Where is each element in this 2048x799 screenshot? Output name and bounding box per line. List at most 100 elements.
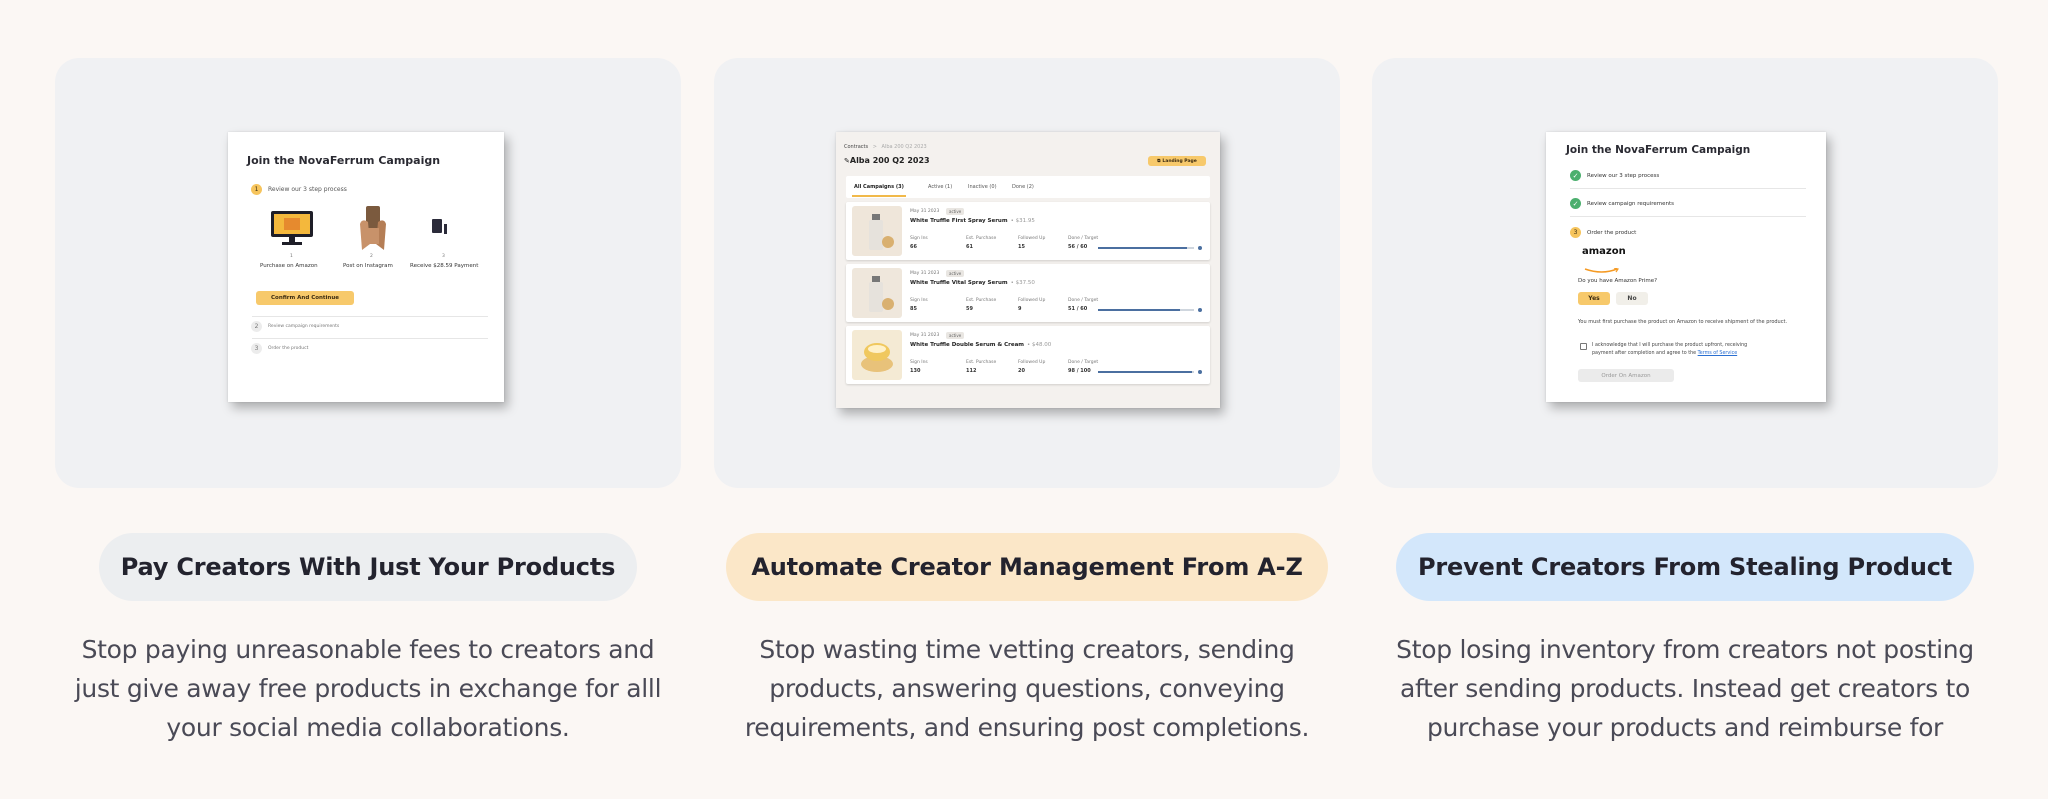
- metric-label: Followed Up: [1018, 236, 1046, 241]
- step-label: Review our 3 step process: [1587, 173, 1660, 179]
- landing-page-button[interactable]: ⧉ Landing Page: [1148, 156, 1206, 166]
- product-name: White Truffle Vital Spray Serum • $37.50: [910, 280, 1035, 286]
- campaign-row[interactable]: May 31 2023 active White Truffle First Spr…: [846, 202, 1210, 260]
- product-thumbnail: [852, 330, 902, 380]
- product-name: White Truffle Double Serum & Cream • $48.…: [910, 342, 1052, 348]
- campaign-tabs: All Campaigns (3) Active (1) Inactive (0…: [846, 176, 1210, 198]
- campaign-date: May 31 2023: [910, 209, 940, 214]
- step-label: Review our 3 step process: [268, 186, 347, 193]
- external-link-icon: ⧉: [1157, 159, 1161, 164]
- campaign-row[interactable]: May 31 2023 active White Truffle Double Se…: [846, 326, 1210, 384]
- no-button[interactable]: No: [1616, 292, 1648, 305]
- progress-end-dot: [1198, 308, 1202, 312]
- description-line: your social media collaborations.: [166, 713, 570, 742]
- step-index: 2: [370, 254, 373, 259]
- product-price: • $37.50: [1010, 280, 1035, 286]
- acknowledge-text: I acknowledge that I will purchase the p…: [1592, 343, 1748, 348]
- breadcrumb: Contracts > Alba 200 Q2 2023: [844, 144, 927, 150]
- feature-title-pill: Prevent Creators From Stealing Product: [1396, 533, 1974, 601]
- step-caption: Purchase on Amazon: [260, 263, 318, 269]
- step-label: Review campaign requirements: [1587, 201, 1675, 207]
- tab-all[interactable]: All Campaigns (3): [854, 184, 904, 190]
- step-number: 3: [1570, 227, 1581, 238]
- step-caption: Post on Instagram: [343, 263, 393, 269]
- metric-label: Sign Ins: [910, 360, 928, 365]
- step-number: 3: [251, 343, 262, 354]
- feature-description: Stop paying unreasonable fees to creator…: [55, 630, 681, 747]
- status-badge: active: [946, 270, 965, 277]
- metric-value: 59: [966, 306, 973, 312]
- description-line: Stop losing inventory from creators not …: [1396, 635, 1974, 664]
- metric-value: 56 / 60: [1068, 244, 1088, 250]
- campaign-date: May 31 2023: [910, 271, 940, 276]
- monitor-icon: [270, 210, 314, 246]
- order-product-screenshot: Join the NovaFerrum Campaign ✓ Review ou…: [1546, 132, 1826, 402]
- tab-done[interactable]: Done (2): [1012, 184, 1034, 190]
- prime-question: Do you have Amazon Prime?: [1578, 278, 1658, 284]
- progress-bar: [1098, 371, 1194, 373]
- metric-value: 51 / 60: [1068, 306, 1088, 312]
- tab-active[interactable]: Active (1): [928, 184, 952, 190]
- feature-automate-management: Contracts > Alba 200 Q2 2023 ✎Alba 200 Q…: [714, 58, 1340, 742]
- campaign-join-screenshot: Join the NovaFerrum Campaign 1 Review ou…: [228, 132, 504, 402]
- campaign-row[interactable]: May 31 2023 active White Truffle Vital Spr…: [846, 264, 1210, 322]
- feature-description: Stop wasting time vetting creators, send…: [714, 630, 1340, 747]
- metric-value: 112: [966, 368, 977, 374]
- description-line: purchase your products and reimburse for: [1426, 713, 1944, 742]
- progress-bar: [1098, 247, 1194, 249]
- campaign-dashboard-screenshot: Contracts > Alba 200 Q2 2023 ✎Alba 200 Q…: [836, 132, 1220, 408]
- metric-value: 61: [966, 244, 973, 250]
- description-line: just give away free products in exchange…: [74, 674, 662, 703]
- description-line: after sending products. Instead get crea…: [1400, 674, 1970, 703]
- product-price: • $31.95: [1010, 218, 1035, 224]
- metric-value: 15: [1018, 244, 1025, 250]
- campaign-heading: Join the NovaFerrum Campaign: [1566, 144, 1751, 156]
- product-thumbnail: [852, 268, 902, 318]
- breadcrumb-root[interactable]: Contracts: [844, 144, 868, 150]
- step-index: 1: [290, 254, 293, 259]
- metric-label: Est. Purchase: [966, 236, 997, 241]
- amazon-smile-icon: [1584, 259, 1620, 273]
- tab-inactive[interactable]: Inactive (0): [968, 184, 997, 190]
- product-name: White Truffle First Spray Serum • $31.95: [910, 218, 1035, 224]
- metric-value: 20: [1018, 368, 1025, 374]
- confirm-continue-button[interactable]: Confirm And Continue: [256, 291, 354, 305]
- metric-label: Est. Purchase: [966, 298, 997, 303]
- metric-value: 66: [910, 244, 917, 250]
- metric-label: Followed Up: [1018, 298, 1046, 303]
- product-price: • $48.00: [1027, 342, 1052, 348]
- feature-pay-creators: Join the NovaFerrum Campaign 1 Review ou…: [55, 58, 681, 742]
- amazon-logo: amazon: [1582, 246, 1626, 257]
- order-on-amazon-button[interactable]: Order On Amazon: [1578, 369, 1674, 382]
- metric-value: 85: [910, 306, 917, 312]
- terms-link[interactable]: Terms of Service: [1698, 351, 1738, 356]
- acknowledge-text-2: payment after completion and agree to th…: [1592, 351, 1738, 356]
- breadcrumb-current: Alba 200 Q2 2023: [881, 144, 927, 150]
- product-thumbnail: [852, 206, 902, 256]
- step-caption: Receive $28.59 Payment: [410, 263, 479, 269]
- metric-label: Sign Ins: [910, 236, 928, 241]
- feature-title-pill: Automate Creator Management From A-Z: [726, 533, 1328, 601]
- progress-end-dot: [1198, 370, 1202, 374]
- campaign-heading: Join the NovaFerrum Campaign: [247, 154, 441, 167]
- acknowledge-checkbox[interactable]: [1580, 343, 1587, 350]
- check-icon: ✓: [1570, 170, 1581, 181]
- status-badge: active: [946, 332, 965, 339]
- progress-bar: [1098, 309, 1194, 311]
- yes-button[interactable]: Yes: [1578, 292, 1610, 305]
- status-badge: active: [946, 208, 965, 215]
- metric-value: 98 / 100: [1068, 368, 1091, 374]
- description-line: products, answering questions, conveying: [769, 674, 1285, 703]
- campaign-date: May 31 2023: [910, 333, 940, 338]
- card-icon: [430, 216, 454, 236]
- check-icon: ✓: [1570, 198, 1581, 209]
- feature-title-pill: Pay Creators With Just Your Products: [99, 533, 637, 601]
- feature-card-image: Join the NovaFerrum Campaign 1 Review ou…: [55, 58, 681, 488]
- feature-prevent-stealing: Join the NovaFerrum Campaign ✓ Review ou…: [1372, 58, 1998, 742]
- feature-card-image: Join the NovaFerrum Campaign ✓ Review ou…: [1372, 58, 1998, 488]
- page-title: ✎Alba 200 Q2 2023: [844, 156, 930, 165]
- metric-label: Done / Target: [1068, 360, 1099, 365]
- metric-value: 130: [910, 368, 921, 374]
- metric-label: Done / Target: [1068, 298, 1099, 303]
- step-label: Review campaign requirements: [268, 324, 340, 329]
